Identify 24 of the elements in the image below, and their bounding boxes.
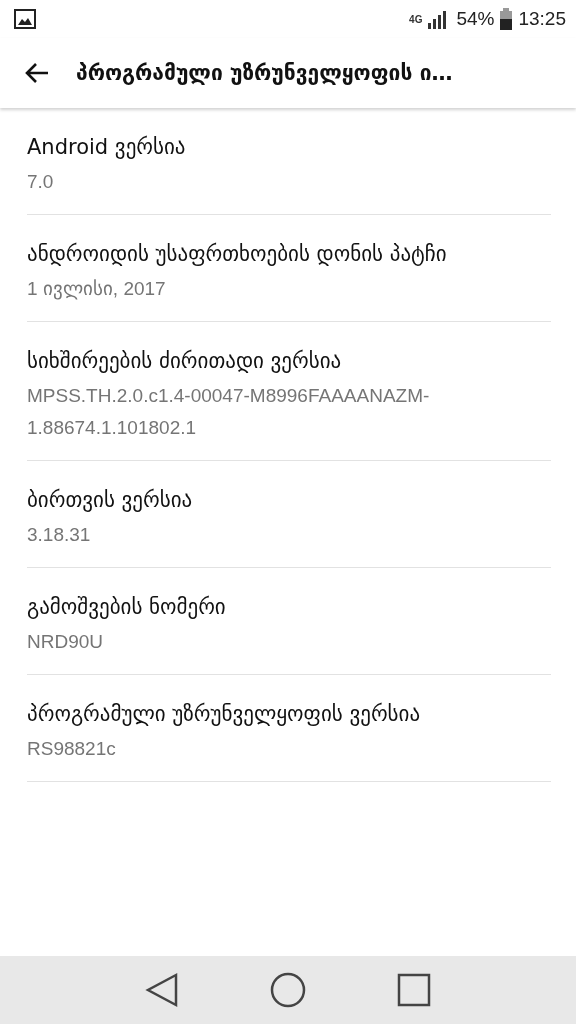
item-summary: NRD90U xyxy=(27,630,105,654)
settings-item[interactable]: ანდროიდის უსაფრთხოების დონის პატჩი 1 ივლისი, 2017 xyxy=(27,215,551,322)
item-title: ანდროიდის უსაფრთხოების დონის პატჩი xyxy=(27,241,448,268)
item-summary: 7.0 xyxy=(27,170,55,194)
item-summary: 3.18.31 xyxy=(27,523,92,547)
settings-item[interactable]: სიხშირეების ძირითადი ვერსია MPSS.TH.2.0.c1.4-00047-M8996FAAAANAZM-1.88674.1.101802.1 xyxy=(27,322,551,461)
battery-percent: 54% xyxy=(456,8,495,30)
page-title: პროგრამული უზრუნველყოფის ი… xyxy=(76,61,453,85)
item-summary: RS98821c xyxy=(27,737,117,761)
settings-item[interactable]: პროგრამული უზრუნველყოფის ვერსია RS98821c xyxy=(27,675,551,782)
item-summary: MPSS.TH.2.0.c1.4-00047-M8996FAAAANAZM-1.88674.1.101802.1 xyxy=(27,384,431,440)
item-title: გამოშვების ნომერი xyxy=(27,594,227,621)
network-type: 4G xyxy=(409,13,423,25)
item-title: პროგრამული უზრუნველყოფის ვერსია xyxy=(27,701,422,728)
settings-item[interactable]: Android ვერსია 7.0 xyxy=(27,108,551,215)
clock-time: 13:25 xyxy=(518,8,566,30)
settings-item[interactable]: ბირთვის ვერსია 3.18.31 xyxy=(27,461,551,568)
image-icon xyxy=(14,9,36,29)
item-title: ბირთვის ვერსია xyxy=(27,487,194,514)
item-summary: 1 ივლისი, 2017 xyxy=(27,277,167,302)
battery-icon xyxy=(500,8,513,30)
item-title: Android ვერსია xyxy=(27,134,187,161)
item-title: სიხშირეების ძირითადი ვერსია xyxy=(27,348,343,375)
settings-item[interactable]: გამოშვების ნომერი NRD90U xyxy=(27,568,551,675)
